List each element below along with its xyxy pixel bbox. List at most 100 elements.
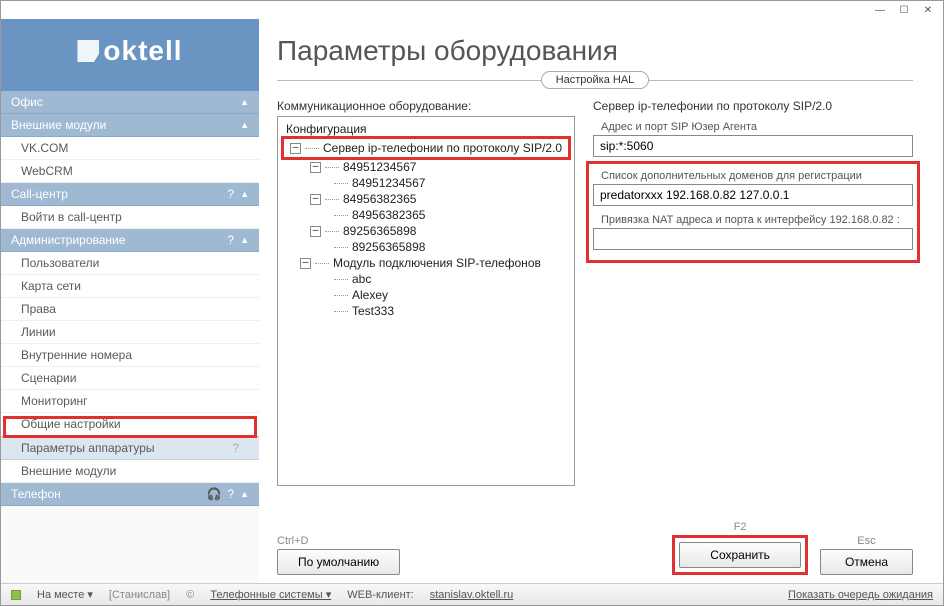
presence-text[interactable]: На месте ▾ bbox=[37, 588, 93, 601]
form-column: Сервер ip-телефонии по протоколу SIP/2.0… bbox=[593, 99, 913, 511]
nav-item-vkcom[interactable]: VK.COM bbox=[1, 137, 259, 160]
config-tree[interactable]: Конфигурация – Сервер ip-телефонии по пр… bbox=[277, 116, 575, 486]
collapse-icon[interactable]: – bbox=[300, 258, 311, 269]
window-controls: — ☐ ✕ bbox=[1, 1, 943, 19]
field-label-sip-agent: Адрес и порт SIP Юзер Агента bbox=[601, 121, 913, 133]
default-button[interactable]: По умолчанию bbox=[277, 549, 400, 575]
nav-group-admin[interactable]: Администрирование ?▲ bbox=[1, 229, 259, 252]
tree-node[interactable]: – 89256365898 bbox=[282, 223, 570, 239]
nav-group-phone[interactable]: Телефон 🎧?▲ bbox=[1, 483, 259, 506]
status-bar: На месте ▾ [Станислав] © Телефонные сист… bbox=[1, 583, 943, 605]
nav-item-network-map[interactable]: Карта сети bbox=[1, 275, 259, 298]
collapse-icon[interactable]: – bbox=[290, 143, 301, 154]
nat-input[interactable] bbox=[593, 228, 913, 250]
tree-node-label: Модуль подключения SIP-телефонов bbox=[333, 256, 541, 270]
nav-item-label: VK.COM bbox=[21, 141, 68, 155]
tree-node-label: 84956382365 bbox=[343, 192, 416, 206]
nav-item-internal-numbers[interactable]: Внутренние номера bbox=[1, 344, 259, 367]
nav-item-label: Сценарии bbox=[21, 371, 76, 385]
tree-node[interactable]: – 84951234567 bbox=[282, 159, 570, 175]
nav-item-lines[interactable]: Линии bbox=[1, 321, 259, 344]
webclient-label: WEB-клиент: bbox=[347, 589, 414, 601]
tree-leaf[interactable]: Alexey bbox=[282, 287, 570, 303]
nav-item-general-settings[interactable]: Общие настройки bbox=[1, 413, 259, 436]
nav-item-label: Общие настройки bbox=[21, 417, 121, 431]
tree-leaf[interactable]: Test333 bbox=[282, 303, 570, 319]
tree-column: Коммуникационное оборудование: Конфигура… bbox=[277, 99, 575, 511]
collapse-icon[interactable]: – bbox=[310, 194, 321, 205]
tree-node-label: Конфигурация bbox=[286, 122, 367, 136]
tree-leaf[interactable]: abc bbox=[282, 271, 570, 287]
tree-leaf[interactable]: 89256365898 bbox=[282, 239, 570, 255]
nav-item-ext-modules[interactable]: Внешние модули bbox=[1, 460, 259, 483]
nav-item-users[interactable]: Пользователи bbox=[1, 252, 259, 275]
nav-item-hardware-params[interactable]: Параметры аппаратуры ? bbox=[1, 436, 259, 460]
shortcut-save: F2 bbox=[672, 521, 808, 533]
help-icon: ? bbox=[227, 233, 234, 247]
nav-group-office[interactable]: Офис ▲ bbox=[1, 91, 259, 114]
tree-node-label: abc bbox=[352, 272, 371, 286]
tree-label: Коммуникационное оборудование: bbox=[277, 99, 575, 113]
button-bar: Ctrl+D По умолчанию F2 Сохранить Esc Отм… bbox=[277, 511, 913, 575]
nav-item-label: WebCRM bbox=[21, 164, 73, 178]
collapse-icon[interactable]: – bbox=[310, 226, 321, 237]
nav-item-label: Карта сети bbox=[21, 279, 81, 293]
nav-item-enter-callcenter[interactable]: Войти в call-центр bbox=[1, 206, 259, 229]
tree-node-label: Alexey bbox=[352, 288, 388, 302]
vendor-link[interactable]: Телефонные системы ▾ bbox=[210, 588, 331, 601]
tab-bar: Настройка HAL bbox=[277, 71, 913, 89]
chevron-up-icon: ▲ bbox=[240, 489, 249, 499]
nav-item-webcrm[interactable]: WebCRM bbox=[1, 160, 259, 183]
user-name: [Станислав] bbox=[109, 589, 170, 601]
tree-leaf[interactable]: 84956382365 bbox=[282, 207, 570, 223]
nav-item-label: Линии bbox=[21, 325, 56, 339]
tree-node-sip-module[interactable]: – Модуль подключения SIP-телефонов bbox=[282, 255, 570, 271]
cancel-button[interactable]: Отмена bbox=[820, 549, 913, 575]
save-button[interactable]: Сохранить bbox=[679, 542, 801, 568]
nav-item-label: Мониторинг bbox=[21, 394, 88, 408]
tree-node-label: 89256365898 bbox=[343, 224, 416, 238]
page-title: Параметры оборудования bbox=[277, 35, 913, 67]
form-heading: Сервер ip-телефонии по протоколу SIP/2.0 bbox=[593, 99, 913, 113]
chevron-up-icon: ▲ bbox=[240, 235, 249, 245]
tree-leaf[interactable]: 84951234567 bbox=[282, 175, 570, 191]
nav-item-label: Войти в call-центр bbox=[21, 210, 122, 224]
maximize-button[interactable]: ☐ bbox=[895, 3, 913, 17]
collapse-icon[interactable]: – bbox=[310, 162, 321, 173]
tree-node-label: Test333 bbox=[352, 304, 394, 318]
webclient-link[interactable]: stanislav.oktell.ru bbox=[430, 589, 514, 601]
tree-node-label: 84956382365 bbox=[352, 208, 425, 222]
shortcut-default: Ctrl+D bbox=[277, 535, 400, 547]
highlight-group: Список дополнительных доменов для регист… bbox=[586, 161, 920, 263]
headset-icon: 🎧 bbox=[206, 487, 221, 501]
nav-group-callcenter[interactable]: Call-центр ?▲ bbox=[1, 183, 259, 206]
help-icon: ? bbox=[232, 441, 239, 455]
logo: oktell bbox=[1, 19, 259, 91]
tab-hal-settings[interactable]: Настройка HAL bbox=[541, 71, 650, 89]
tree-node-sip-server[interactable]: – Сервер ip-телефонии по протоколу SIP/2… bbox=[286, 140, 566, 156]
minimize-button[interactable]: — bbox=[871, 3, 889, 17]
tree-node-label: 89256365898 bbox=[352, 240, 425, 254]
nav-item-rights[interactable]: Права bbox=[1, 298, 259, 321]
tree-node[interactable]: – 84956382365 bbox=[282, 191, 570, 207]
chevron-up-icon: ▲ bbox=[240, 120, 249, 130]
sidebar: oktell Офис ▲ Внешние модули ▲ VK.COM We… bbox=[1, 19, 259, 583]
tree-node-label: Сервер ip-телефонии по протоколу SIP/2.0 bbox=[323, 141, 562, 155]
nav-group-label: Call-центр bbox=[11, 187, 68, 201]
nav-group-external-modules[interactable]: Внешние модули ▲ bbox=[1, 114, 259, 137]
tree-root[interactable]: Конфигурация bbox=[282, 121, 570, 137]
nav-group-label: Телефон bbox=[11, 487, 61, 501]
sip-agent-input[interactable] bbox=[593, 135, 913, 157]
domains-input[interactable] bbox=[593, 184, 913, 206]
close-button[interactable]: ✕ bbox=[919, 3, 937, 17]
tree-node-label: 84951234567 bbox=[343, 160, 416, 174]
nav-item-label: Параметры аппаратуры bbox=[21, 441, 155, 455]
shortcut-cancel: Esc bbox=[820, 535, 913, 547]
chevron-up-icon: ▲ bbox=[240, 189, 249, 199]
show-queue-link[interactable]: Показать очередь ожидания bbox=[788, 589, 933, 601]
field-label-nat: Привязка NAT адреса и порта к интерфейсу… bbox=[601, 214, 913, 226]
tree-highlight: – Сервер ip-телефонии по протоколу SIP/2… bbox=[281, 136, 571, 160]
nav-item-monitoring[interactable]: Мониторинг bbox=[1, 390, 259, 413]
nav-group-label: Внешние модули bbox=[11, 118, 106, 132]
nav-item-scenarios[interactable]: Сценарии bbox=[1, 367, 259, 390]
